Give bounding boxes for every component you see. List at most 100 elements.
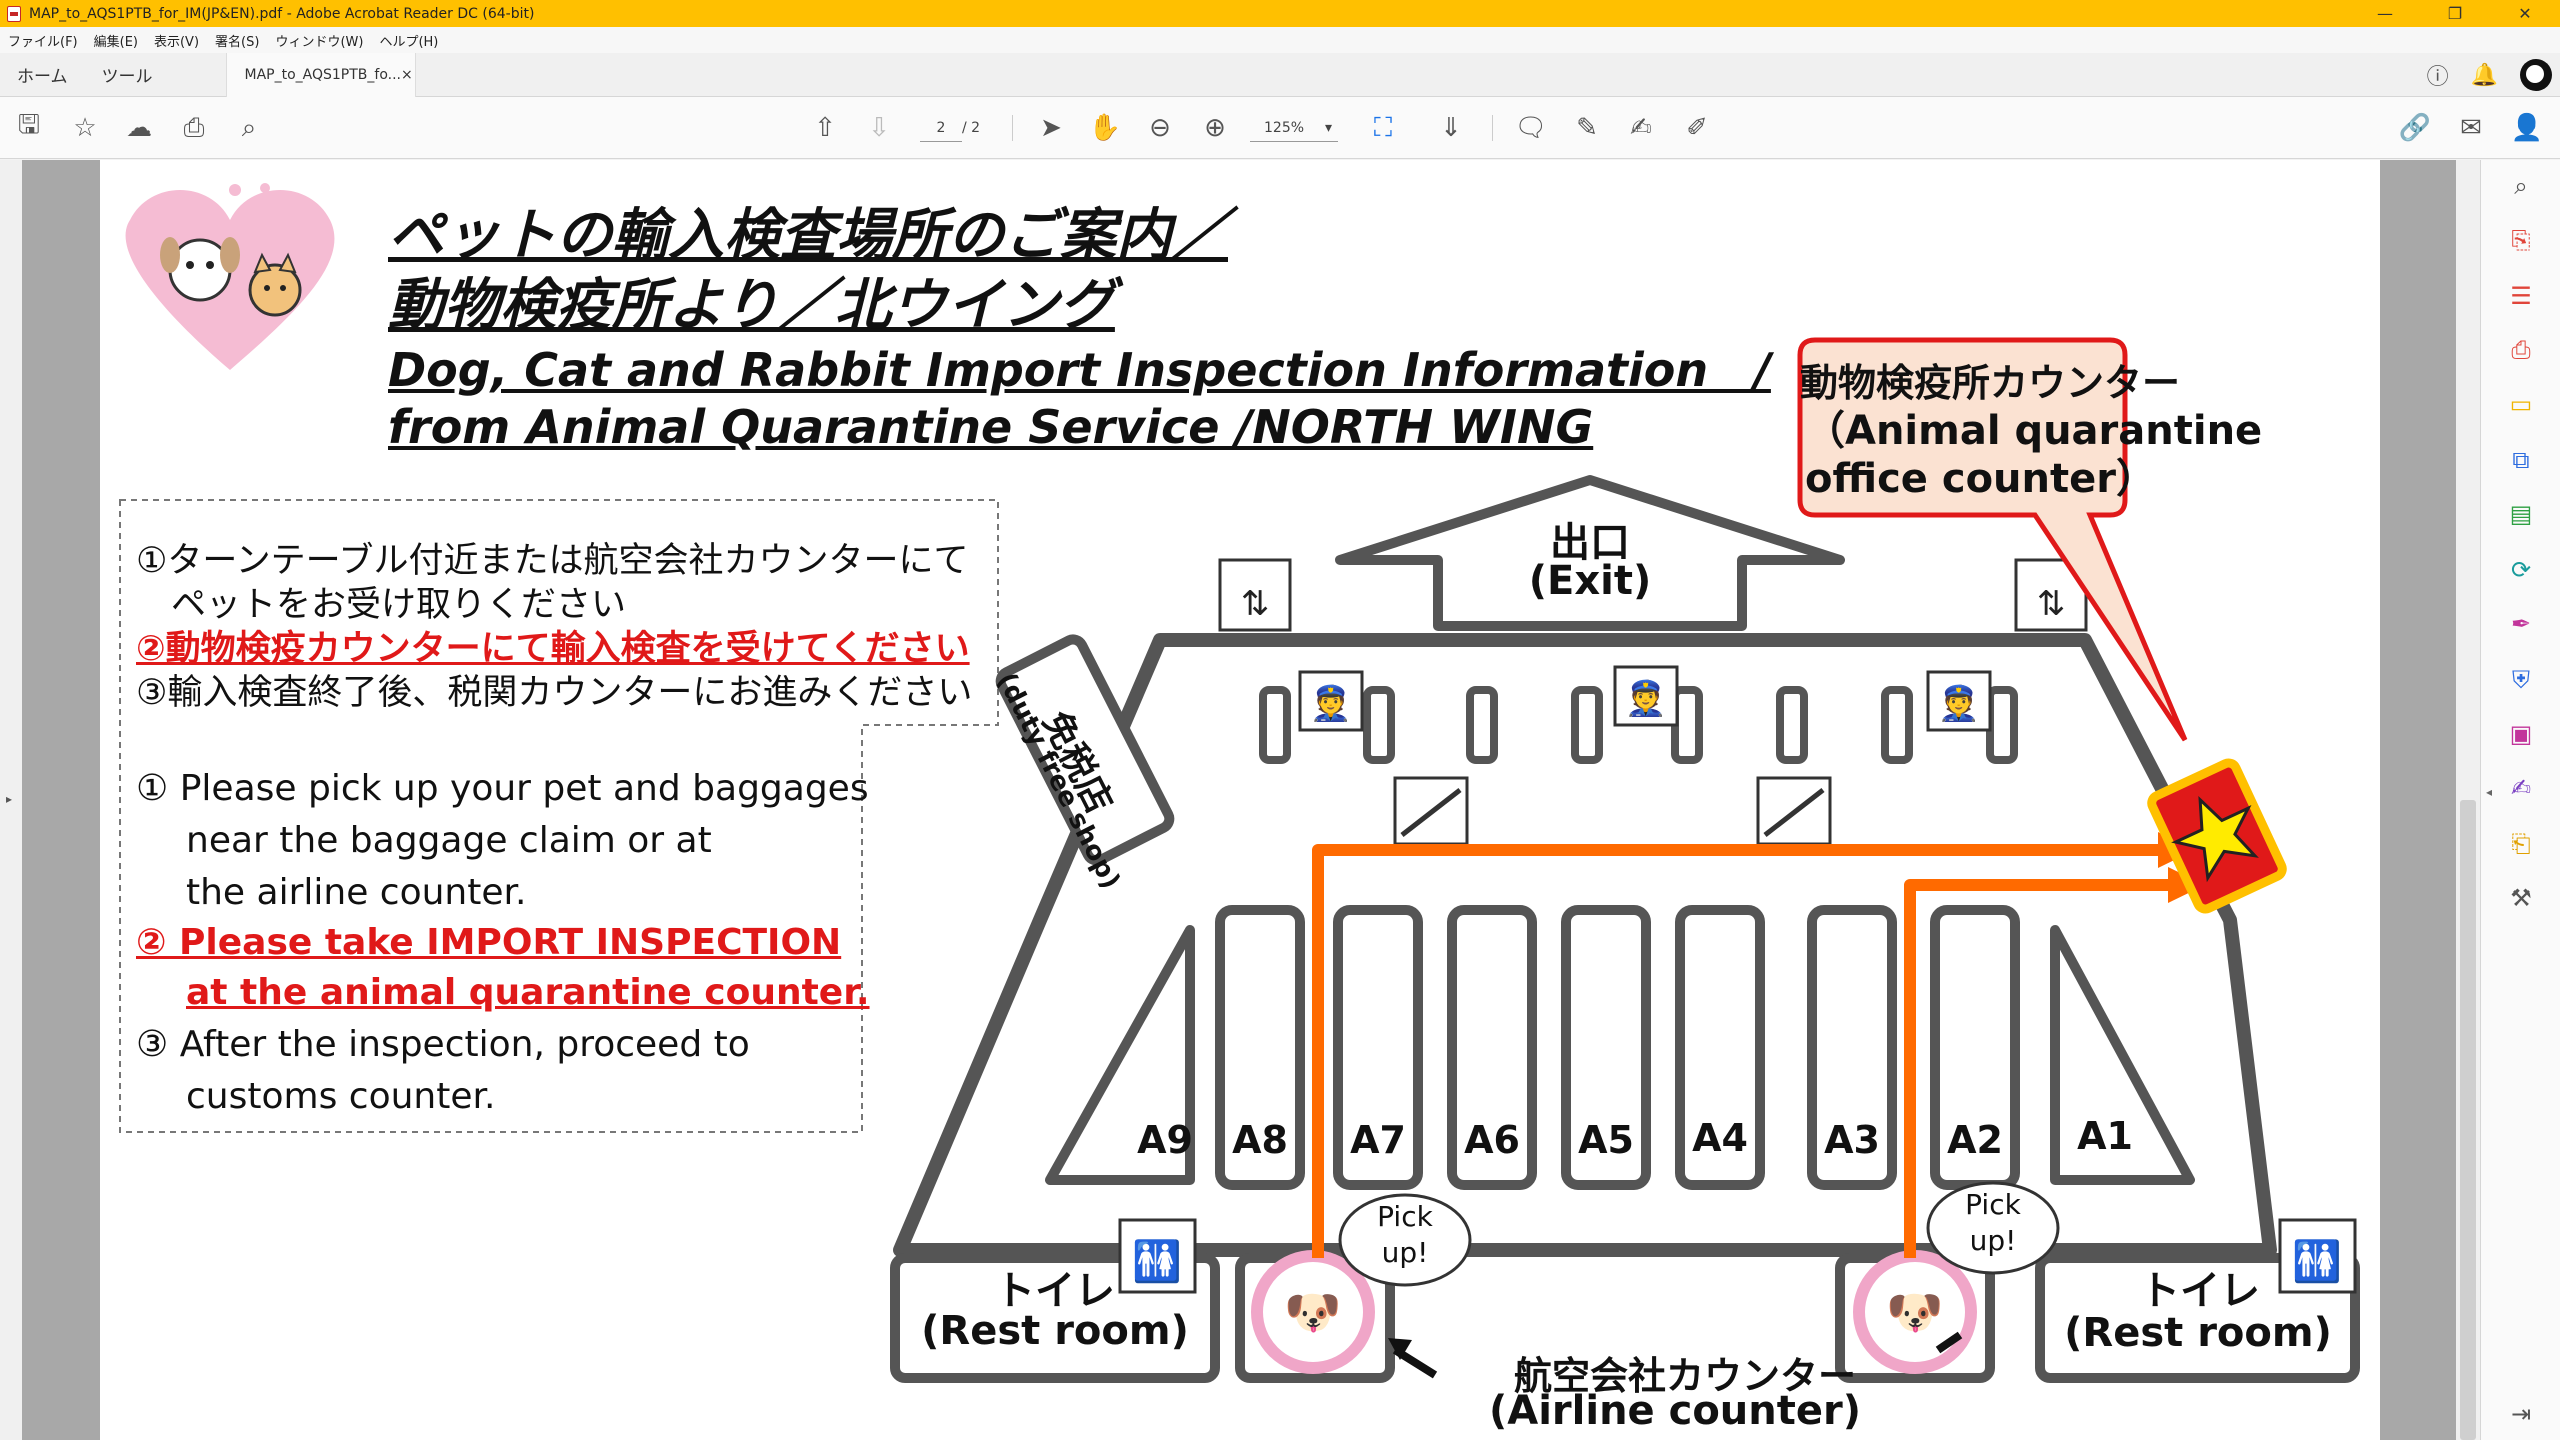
left-panel-rail[interactable]: ▸ [0,160,22,1440]
search-zoom-icon[interactable]: ⌕ [232,111,266,145]
share-user-icon[interactable]: 👤 [2510,111,2544,145]
fill-sign-icon[interactable]: ✒ [2503,606,2539,642]
create-pdf-icon[interactable]: ⎙ [2503,332,2539,368]
title-bar: MAP_to_AQS1PTB_for_IM(JP&EN).pdf - Adobe… [0,0,2560,27]
help-icon[interactable]: ⓘ [2427,59,2449,91]
en-step-2-cont: at the animal quarantine counter. [186,972,870,1013]
restore-icon[interactable]: ❐ [2420,0,2490,27]
menu-file[interactable]: ファイル(F) [8,31,78,50]
stamp-icon[interactable]: ✐ [1680,111,1714,145]
menu-window[interactable]: ウィンドウ(W) [275,31,363,50]
acrobat-app-icon [7,5,21,22]
tab-bar: ホーム ツール MAP_to_AQS1PTB_fo... × ⓘ 🔔 [0,52,2560,97]
menu-bar: ファイル(F) 編集(E) 表示(V) 署名(S) ウィンドウ(W) ヘルプ(H… [0,27,2560,53]
comment-icon[interactable]: 🗨 [1514,111,1548,145]
close-window-icon[interactable]: ✕ [2490,0,2560,27]
edit-pdf-icon[interactable]: ☰ [2503,278,2539,314]
share-link-icon[interactable]: 🔗 [2398,111,2432,145]
pickup-right-line2: up! [1969,1224,2017,1257]
next-page-icon[interactable]: ⇩ [862,111,896,145]
send-for-signature-icon[interactable]: ✍ [2503,770,2539,806]
bookmark-star-icon[interactable]: ☆ [68,111,102,145]
email-icon[interactable]: ✉ [2454,111,2488,145]
collapse-right-panel-icon[interactable]: ◂ [2486,785,2492,799]
document-viewport[interactable]: ▸ ⇅ ⇅ 👮 👮 👮 🚻 🚻 🐶 🐶 ペットの輸入検査場所のご案内／ 動物検疫… [0,160,2480,1440]
pet-heart-logo [125,183,335,370]
svg-text:👮: 👮 [1625,678,1667,719]
en-step-3-cont: customs counter. [186,1076,496,1117]
svg-text:🐶: 🐶 [1284,1285,1341,1339]
protect-icon[interactable]: ⛨ [2503,662,2539,698]
print-icon[interactable]: ⎙ [177,111,211,145]
redact-icon[interactable]: ⎗ [2503,826,2539,862]
carousel-a5: A5 [1578,1118,1634,1162]
compress-pdf-icon[interactable]: ⟳ [2503,552,2539,588]
tab-tools[interactable]: ツール [85,62,170,87]
tab-close-icon[interactable]: × [401,67,413,83]
carousel-a9: A9 [1137,1118,1193,1162]
en-step-1-cont2: the airline counter. [186,872,527,913]
carousel-a7: A7 [1350,1118,1406,1162]
pdf-page: ⇅ ⇅ 👮 👮 👮 🚻 🚻 🐶 🐶 ペットの輸入検査場所のご案内／ 動物検疫所よ… [100,160,2380,1440]
svg-text:🐶: 🐶 [1886,1285,1943,1339]
zoom-in-icon[interactable]: ⊕ [1198,111,1232,145]
counter-callout-en2: office counter） [1805,456,2156,502]
highlight-pen-icon[interactable]: ✎ [1570,111,1604,145]
zoom-out-icon[interactable]: ⊖ [1143,111,1177,145]
vertical-scrollbar[interactable] [2456,160,2480,1440]
exit-label-en: (Exit) [1528,558,1652,604]
page-number-input[interactable]: 2 [920,114,962,142]
zoom-page-icon[interactable]: ⌕ [2503,168,2539,204]
draw-sign-icon[interactable]: ✍ [1624,111,1658,145]
save-icon[interactable]: 🖫 [12,110,46,145]
svg-text:⇅: ⇅ [2037,584,2066,624]
notification-bell-icon[interactable]: 🔔 [2471,63,2498,88]
pickup-left-line1: Pick [1377,1200,1433,1233]
page-fit-icon[interactable]: ⛶ [1366,111,1400,145]
restroom-right-jp: トイレ [2140,1268,2260,1314]
title-jp-line1: ペットの輸入検査場所のご案内／ [388,203,1228,268]
expand-left-panel-icon[interactable]: ▸ [6,792,12,806]
window-controls: — ❐ ✕ [2350,0,2560,27]
tab-home[interactable]: ホーム [0,62,85,87]
hand-tool-icon[interactable]: ✋ [1088,111,1122,145]
jp-step-3: ③輸入検査終了後、税関カウンターにお進みください [136,673,973,713]
scrollbar-thumb[interactable] [2460,800,2476,1440]
tab-bar-right-icons: ⓘ 🔔 [2427,59,2552,91]
carousel-a2: A2 [1947,1118,2003,1162]
export-pdf-icon[interactable]: ⎘ [2503,222,2539,258]
menu-sign[interactable]: 署名(S) [215,31,259,50]
tab-document[interactable]: MAP_to_AQS1PTB_fo... × [225,52,416,97]
en-step-1-cont1: near the baggage claim or at [186,820,712,861]
airline-counter-en: (Airline counter) [1488,1388,1862,1434]
organize-pages-icon[interactable]: ▤ [2503,496,2539,532]
more-tools-icon[interactable]: ⚒ [2503,880,2539,916]
main-toolbar: 🖫 ☆ ☁ ⎙ ⌕ ⇧ ⇩ 2 / 2 ➤ ✋ ⊖ ⊕ 125% ⛶ ⇓ 🗨 ✎… [0,97,2560,159]
menu-help[interactable]: ヘルプ(H) [379,31,438,50]
upload-cloud-icon[interactable]: ☁ [122,111,156,145]
previous-page-icon[interactable]: ⇧ [808,111,842,145]
scroll-mode-icon[interactable]: ⇓ [1434,111,1468,145]
en-step-3: ③ After the inspection, proceed to [136,1024,750,1065]
minimize-icon[interactable]: — [2350,0,2420,27]
avatar[interactable] [2520,59,2552,91]
title-jp-line2: 動物検疫所より／北ウイング [388,273,1115,338]
title-en-line2: from Animal Quarantine Service /NORTH WI… [388,400,1594,454]
toolbar-divider [1012,115,1013,141]
window-title: MAP_to_AQS1PTB_for_IM(JP&EN).pdf - Adobe… [29,5,535,22]
title-en-line1: Dog, Cat and Rabbit Import Inspection In… [388,343,1771,397]
collapse-panel-icon[interactable]: ⇥ [2503,1396,2539,1432]
menu-edit[interactable]: 編集(E) [94,31,138,50]
carousel-a8: A8 [1232,1118,1288,1162]
combine-files-icon[interactable]: ⧉ [2503,442,2539,478]
carousel-a3: A3 [1824,1118,1880,1162]
svg-text:⇅: ⇅ [1241,584,1270,624]
pickup-left-line2: up! [1381,1236,1429,1269]
comment-panel-icon[interactable]: ▭ [2503,386,2539,422]
carousel-a4: A4 [1692,1116,1748,1160]
zoom-level-select[interactable]: 125% [1250,114,1338,142]
prepare-form-icon[interactable]: ▣ [2503,716,2539,752]
menu-view[interactable]: 表示(V) [154,31,199,50]
select-cursor-icon[interactable]: ➤ [1034,111,1068,145]
svg-text:👮: 👮 [1310,683,1352,724]
